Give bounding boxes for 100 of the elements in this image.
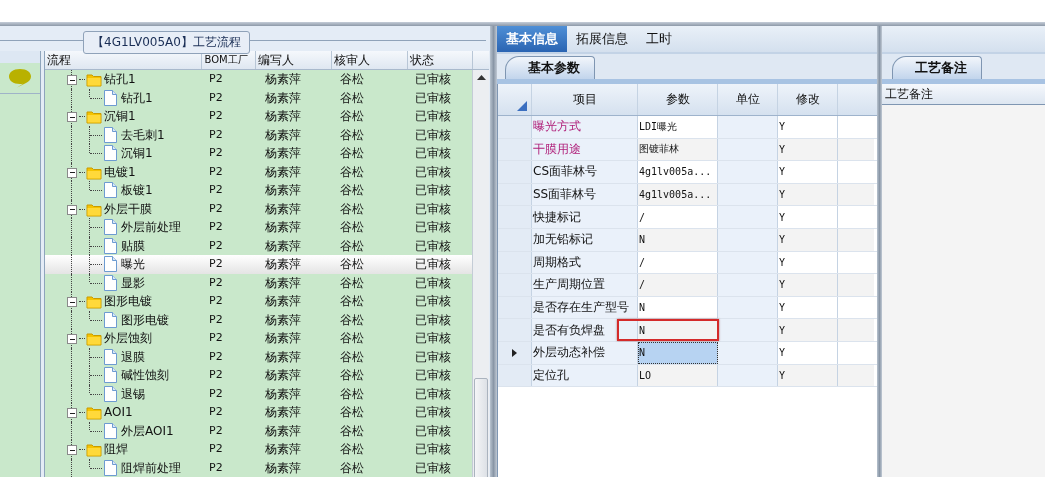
tab[interactable]: 基本参数	[505, 56, 595, 79]
notes-area[interactable]	[882, 105, 1045, 477]
tree-row[interactable]: 图形电镀 P2 杨素萍 谷松 已审核	[45, 310, 472, 329]
tree-row[interactable]: 电镀1 P2 杨素萍 谷松 已审核	[45, 162, 472, 181]
table-cell[interactable]	[838, 274, 874, 296]
table-cell[interactable]	[838, 183, 874, 206]
table-cell: 谷松	[340, 405, 364, 419]
table-row[interactable]: 曝光方式 LDI曝光 Y	[498, 116, 877, 139]
table-row[interactable]: SS面菲林号 4g1lv005a... Y	[498, 183, 877, 207]
tab[interactable]: 拓展信息	[567, 26, 637, 52]
table-cell[interactable]	[718, 116, 778, 138]
table-cell: 谷松	[340, 220, 364, 234]
tab[interactable]: 基本信息	[497, 26, 567, 52]
column-header[interactable]: 编写人	[256, 51, 332, 69]
collapse-toggle[interactable]	[67, 167, 77, 178]
tree-row[interactable]: 退膜 P2 杨素萍 谷松 已审核	[45, 347, 472, 366]
table-row[interactable]: 外层动态补偿 N Y	[498, 341, 877, 365]
table-row[interactable]: 干膜用途 图镀菲林 Y	[498, 138, 877, 162]
document-icon	[104, 459, 117, 476]
table-row[interactable]: 是否有负焊盘 N Y	[498, 319, 877, 342]
column-header[interactable]: 状态	[407, 51, 473, 69]
table-cell[interactable]	[718, 161, 778, 183]
vertical-scrollbar[interactable]	[472, 70, 489, 477]
tree-row[interactable]: 碱性蚀刻 P2 杨素萍 谷松 已审核	[45, 366, 472, 385]
column-header[interactable]: 参数	[638, 84, 718, 115]
tree-row[interactable]: 钻孔1 P2 杨素萍 谷松 已审核	[45, 88, 472, 107]
selected-tree-row[interactable]: 曝光 P2 杨素萍 谷松 已审核	[45, 255, 472, 274]
table-row[interactable]: 是否存在生产型号 N Y	[498, 296, 877, 320]
collapse-toggle[interactable]	[67, 75, 77, 85]
scroll-up-icon[interactable]	[476, 75, 486, 80]
tab[interactable]: 工艺备注	[892, 56, 982, 79]
table-cell: 杨素萍	[265, 72, 301, 86]
collapse-toggle[interactable]	[67, 334, 77, 344]
collapse-toggle[interactable]	[67, 408, 77, 418]
tree-row[interactable]: 外层AOI1 P2 杨素萍 谷松 已审核	[45, 421, 472, 440]
table-cell[interactable]	[838, 319, 874, 341]
tab[interactable]: 工时	[637, 26, 681, 52]
tree-row[interactable]: 沉铜1 P2 杨素萍 谷松 已审核	[45, 107, 472, 126]
table-row[interactable]: CS面菲林号 4g1lv005a... Y	[498, 161, 877, 184]
column-header[interactable]: 流程	[45, 51, 202, 69]
table-row[interactable]: 周期格式 / Y	[498, 251, 877, 275]
table-row[interactable]: 定位孔 LO Y	[498, 364, 877, 388]
table-cell[interactable]: LO	[638, 364, 718, 387]
table-cell[interactable]	[718, 341, 778, 364]
table-cell: 杨素萍	[265, 257, 301, 271]
tree-row[interactable]: 图形电镀 P2 杨素萍 谷松 已审核	[45, 292, 472, 311]
tree-row[interactable]: 沉铜1 P2 杨素萍 谷松 已审核	[45, 144, 472, 163]
table-cell[interactable]: 图镀菲林	[638, 138, 718, 161]
table-cell: 谷松	[340, 201, 364, 216]
document-icon	[104, 145, 117, 161]
splitter-handle[interactable]	[877, 26, 882, 477]
tree-row[interactable]: 外层蚀刻 P2 杨素萍 谷松 已审核	[45, 329, 472, 348]
tree-row[interactable]: 板镀1 P2 杨素萍 谷松 已审核	[45, 181, 472, 200]
table-cell[interactable]	[838, 364, 874, 387]
speech-bubble-icon[interactable]	[8, 68, 32, 88]
table-cell[interactable]	[718, 138, 778, 161]
table-cell[interactable]	[718, 228, 778, 251]
table-cell[interactable]	[718, 251, 778, 274]
table-cell[interactable]	[718, 319, 778, 341]
table-cell[interactable]: N	[638, 228, 718, 251]
collapse-toggle[interactable]	[67, 297, 77, 307]
tree-row[interactable]: 阻焊前处理 P2 杨素萍 谷松 已审核	[45, 458, 472, 477]
tree-row[interactable]: 钻孔1 P2 杨素萍 谷松 已审核	[45, 70, 472, 89]
column-header[interactable]: 核审人	[331, 51, 408, 69]
table-cell[interactable]	[718, 364, 778, 387]
scrollbar-thumb[interactable]	[474, 378, 488, 477]
table-cell[interactable]	[838, 228, 874, 251]
table-cell[interactable]	[838, 138, 874, 161]
column-header[interactable]: 修改	[778, 84, 838, 115]
table-cell[interactable]	[718, 296, 778, 319]
row-header[interactable]	[498, 341, 532, 364]
process-name: 钻孔1	[121, 89, 153, 107]
tree-row[interactable]: 去毛刺1 P2 杨素萍 谷松 已审核	[45, 125, 472, 144]
table-cell: 杨素萍	[265, 442, 301, 456]
table-row[interactable]: 加无铅标记 N Y	[498, 228, 877, 252]
table-cell[interactable]	[718, 183, 778, 206]
column-header[interactable]: BOM工厂	[201, 51, 257, 69]
column-header[interactable]: 单位	[718, 84, 778, 115]
splitter-handle[interactable]	[490, 26, 497, 477]
collapse-toggle[interactable]	[67, 445, 77, 455]
process-name: 外层前处理	[121, 219, 181, 236]
tree-row[interactable]: AOI1 P2 杨素萍 谷松 已审核	[45, 403, 472, 422]
table-cell: 杨素萍	[265, 275, 301, 290]
collapse-toggle[interactable]	[67, 204, 77, 215]
table-row[interactable]: 生产周期位置 / Y	[498, 274, 877, 297]
table-row[interactable]: 快捷标记 / Y	[498, 206, 877, 229]
table-cell[interactable]: 4g1lv005a...	[638, 183, 718, 206]
table-cell: 已审核	[415, 220, 451, 234]
parameter-name: 定位孔	[533, 366, 569, 384]
column-header[interactable]: 项目	[532, 84, 638, 115]
tree-row[interactable]: 退锡 P2 杨素萍 谷松 已审核	[45, 384, 472, 403]
selected-cell[interactable]: N	[638, 341, 718, 364]
tree-row[interactable]: 显影 P2 杨素萍 谷松 已审核	[45, 273, 472, 292]
table-cell[interactable]: /	[638, 274, 718, 296]
table-cell[interactable]	[718, 274, 778, 296]
tree-row[interactable]: 外层前处理 P2 杨素萍 谷松 已审核	[45, 218, 472, 237]
tree-row[interactable]: 外层干膜 P2 杨素萍 谷松 已审核	[45, 199, 472, 218]
tree-row[interactable]: 阻焊 P2 杨素萍 谷松 已审核	[45, 440, 472, 459]
table-cell[interactable]	[718, 206, 778, 228]
collapse-toggle[interactable]	[67, 112, 77, 122]
